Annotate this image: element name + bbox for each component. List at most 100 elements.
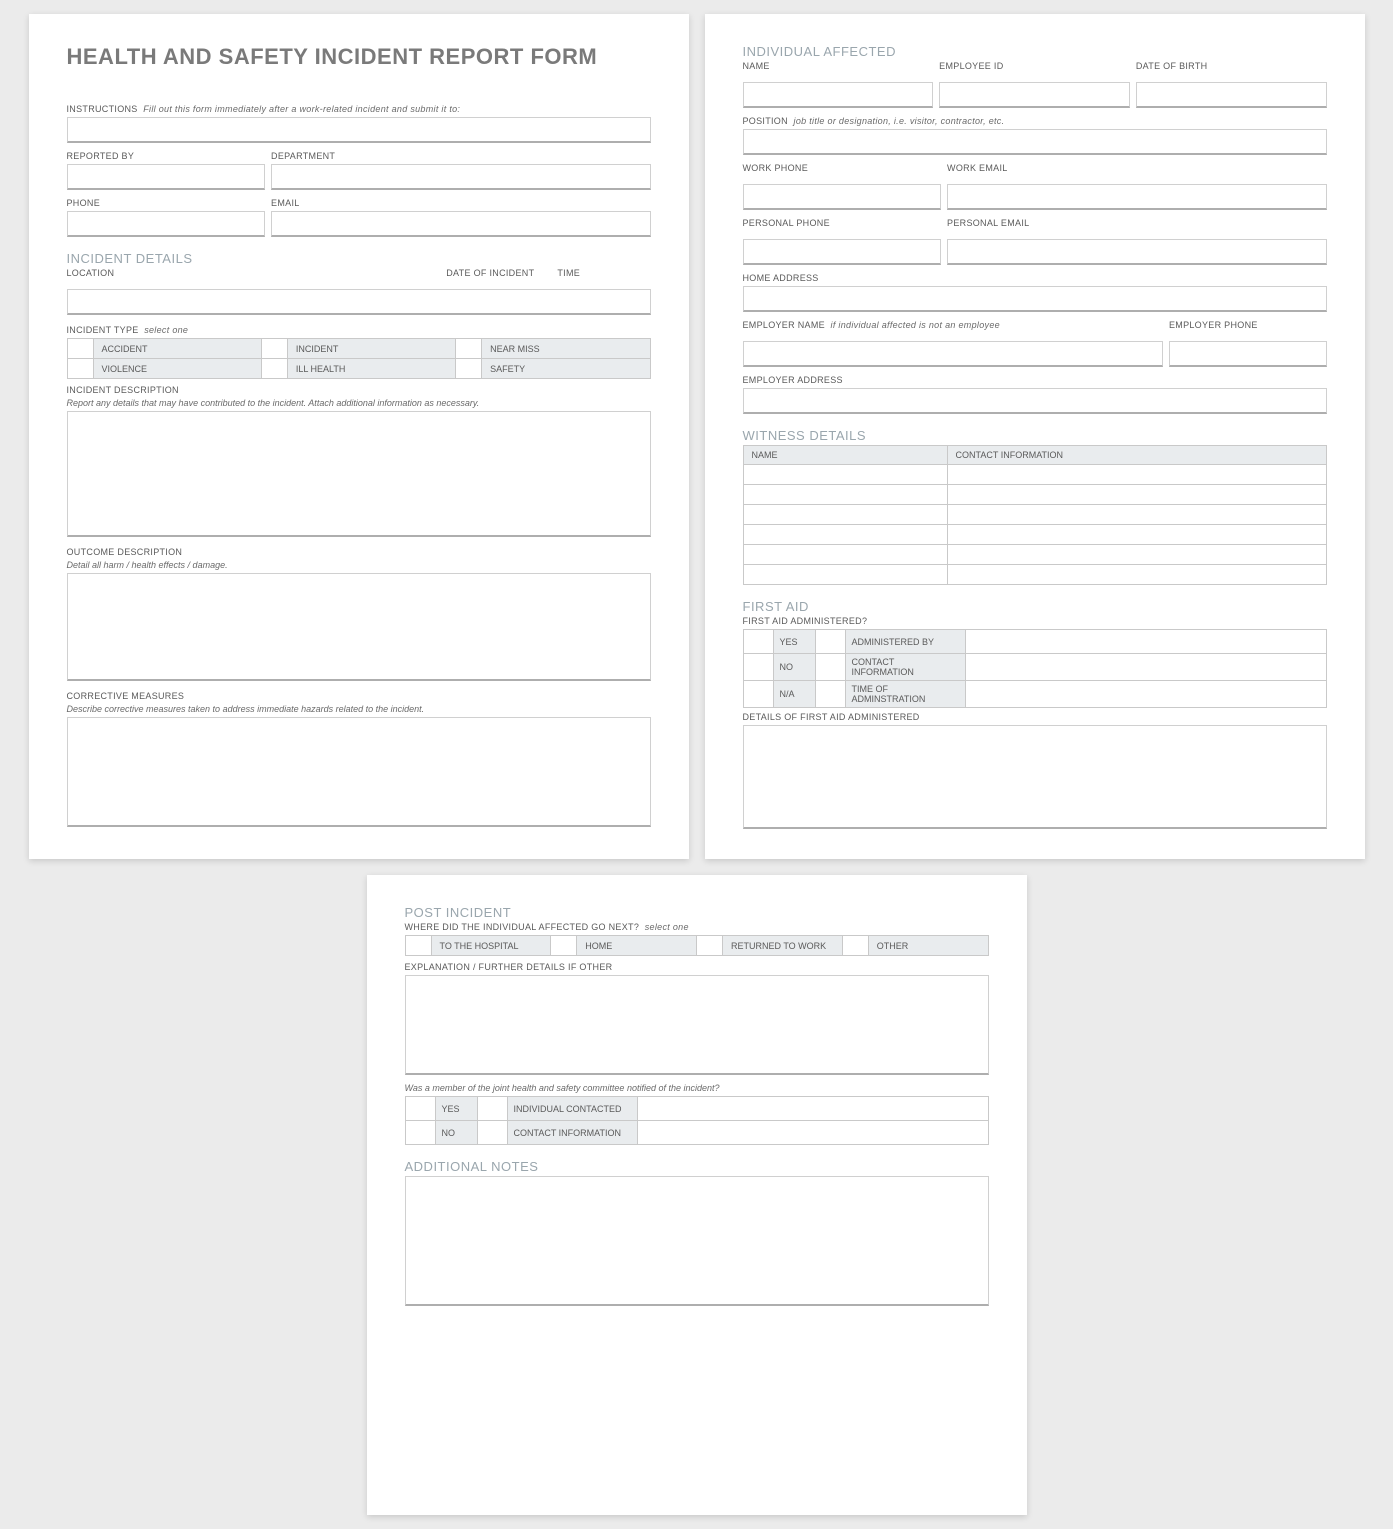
- incident-type-check-4[interactable]: [261, 359, 287, 379]
- individual-affected-heading: INDIVIDUAL AFFECTED: [743, 44, 1327, 59]
- ind-employer-phone-label: EMPLOYER PHONE: [1169, 320, 1327, 330]
- incident-description-label: INCIDENT DESCRIPTION: [67, 385, 651, 395]
- witness-contact-input[interactable]: [947, 565, 1326, 585]
- witness-name-input[interactable]: [743, 565, 947, 585]
- post-where-opt-1: HOME: [577, 936, 697, 956]
- post-where-check-3[interactable]: [842, 936, 868, 956]
- post-where-table: TO THE HOSPITAL HOME RETURNED TO WORK OT…: [405, 935, 989, 956]
- ind-work-phone-input[interactable]: [743, 184, 942, 210]
- witness-col-name: NAME: [743, 446, 947, 465]
- ind-personal-email-input[interactable]: [947, 239, 1326, 265]
- post-contact-info-label: CONTACT INFORMATION: [507, 1121, 637, 1145]
- witness-contact-input[interactable]: [947, 465, 1326, 485]
- date-of-incident-label: DATE OF INCIDENT: [446, 268, 551, 278]
- ind-position-label: POSITION job title or designation, i.e. …: [743, 116, 1327, 126]
- ind-dob-label: DATE OF BIRTH: [1136, 61, 1327, 71]
- post-ind-contacted-label: INDIVIDUAL CONTACTED: [507, 1097, 637, 1121]
- witness-name-input[interactable]: [743, 505, 947, 525]
- post-explanation-label: EXPLANATION / FURTHER DETAILS IF OTHER: [405, 962, 989, 972]
- outcome-description-input[interactable]: [67, 573, 651, 681]
- ind-position-input[interactable]: [743, 129, 1327, 155]
- post-where-check-1[interactable]: [551, 936, 577, 956]
- first-aid-details-label: DETAILS OF FIRST AID ADMINISTERED: [743, 712, 1327, 722]
- department-input[interactable]: [271, 164, 650, 190]
- first-aid-check-na[interactable]: [743, 681, 773, 708]
- witness-contact-input[interactable]: [947, 485, 1326, 505]
- corrective-measures-label: CORRECTIVE MEASURES: [67, 691, 651, 701]
- post-where-opt-3: OTHER: [868, 936, 988, 956]
- location-date-time-input[interactable]: [67, 289, 651, 315]
- ind-work-email-input[interactable]: [947, 184, 1326, 210]
- incident-description-input[interactable]: [67, 411, 651, 537]
- first-aid-details-input[interactable]: [743, 725, 1327, 829]
- page-1: HEALTH AND SAFETY INCIDENT REPORT FORM I…: [29, 14, 689, 859]
- ind-employer-name-input[interactable]: [743, 341, 1163, 367]
- phone-input[interactable]: [67, 211, 266, 237]
- first-aid-admin-by-input[interactable]: [965, 630, 1326, 654]
- post-where-check-2[interactable]: [697, 936, 723, 956]
- witness-contact-input[interactable]: [947, 525, 1326, 545]
- first-aid-contact-input[interactable]: [965, 654, 1326, 681]
- incident-type-table: ACCIDENT INCIDENT NEAR MISS VIOLENCE ILL…: [67, 338, 651, 379]
- post-where-label: WHERE DID THE INDIVIDUAL AFFECTED GO NEX…: [405, 922, 989, 932]
- location-label: LOCATION: [67, 268, 441, 278]
- additional-notes-input[interactable]: [405, 1176, 989, 1306]
- phone-label: PHONE: [67, 198, 266, 208]
- first-aid-time-label: TIME OF ADMINSTRATION: [845, 681, 965, 708]
- reported-by-input[interactable]: [67, 164, 266, 190]
- email-input[interactable]: [271, 211, 650, 237]
- incident-type-opt-5: SAFETY: [482, 359, 650, 379]
- post-committee-opt-yes: YES: [435, 1097, 477, 1121]
- post-ind-contacted-input[interactable]: [637, 1097, 988, 1121]
- witness-name-input[interactable]: [743, 525, 947, 545]
- incident-type-opt-1: INCIDENT: [287, 339, 455, 359]
- ind-home-address-input[interactable]: [743, 286, 1327, 312]
- post-contact-info-input[interactable]: [637, 1121, 988, 1145]
- incident-type-opt-2: NEAR MISS: [482, 339, 650, 359]
- incident-type-opt-0: ACCIDENT: [93, 339, 261, 359]
- incident-type-label: INCIDENT TYPE select one: [67, 325, 651, 335]
- ind-employee-id-label: EMPLOYEE ID: [939, 61, 1130, 71]
- ind-employer-address-input[interactable]: [743, 388, 1327, 414]
- first-aid-admin-by-label: ADMINISTERED BY: [845, 630, 965, 654]
- witness-name-input[interactable]: [743, 485, 947, 505]
- post-incident-heading: POST INCIDENT: [405, 905, 989, 920]
- witness-contact-input[interactable]: [947, 545, 1326, 565]
- witness-details-heading: WITNESS DETAILS: [743, 428, 1327, 443]
- corrective-measures-input[interactable]: [67, 717, 651, 827]
- instructions-input[interactable]: [67, 117, 651, 143]
- witness-contact-input[interactable]: [947, 505, 1326, 525]
- first-aid-opt-na: N/A: [773, 681, 815, 708]
- incident-type-check-5[interactable]: [456, 359, 482, 379]
- post-explanation-input[interactable]: [405, 975, 989, 1075]
- incident-type-check-1[interactable]: [261, 339, 287, 359]
- reported-by-label: REPORTED BY: [67, 151, 266, 161]
- post-where-opt-0: TO THE HOSPITAL: [431, 936, 551, 956]
- ind-home-address-label: HOME ADDRESS: [743, 273, 1327, 283]
- ind-work-phone-label: WORK PHONE: [743, 163, 942, 173]
- witness-table: NAME CONTACT INFORMATION: [743, 445, 1327, 585]
- post-committee-check-no[interactable]: [405, 1121, 435, 1145]
- ind-employee-id-input[interactable]: [939, 82, 1130, 108]
- instructions-label: INSTRUCTIONS Fill out this form immediat…: [67, 104, 651, 114]
- incident-type-check-2[interactable]: [456, 339, 482, 359]
- first-aid-opt-no: NO: [773, 654, 815, 681]
- ind-personal-phone-input[interactable]: [743, 239, 942, 265]
- form-title: HEALTH AND SAFETY INCIDENT REPORT FORM: [67, 44, 651, 70]
- witness-name-input[interactable]: [743, 465, 947, 485]
- incident-type-check-3[interactable]: [67, 359, 93, 379]
- post-committee-check-yes[interactable]: [405, 1097, 435, 1121]
- incident-type-check-0[interactable]: [67, 339, 93, 359]
- ind-employer-name-label: EMPLOYER NAME if individual affected is …: [743, 320, 1163, 330]
- ind-employer-phone-input[interactable]: [1169, 341, 1327, 367]
- first-aid-check-no[interactable]: [743, 654, 773, 681]
- post-where-check-0[interactable]: [405, 936, 431, 956]
- ind-name-label: NAME: [743, 61, 934, 71]
- first-aid-check-yes[interactable]: [743, 630, 773, 654]
- ind-name-input[interactable]: [743, 82, 934, 108]
- corrective-measures-hint: Describe corrective measures taken to ad…: [67, 704, 651, 714]
- outcome-description-hint: Detail all harm / health effects / damag…: [67, 560, 651, 570]
- witness-name-input[interactable]: [743, 545, 947, 565]
- ind-dob-input[interactable]: [1136, 82, 1327, 108]
- first-aid-time-input[interactable]: [965, 681, 1326, 708]
